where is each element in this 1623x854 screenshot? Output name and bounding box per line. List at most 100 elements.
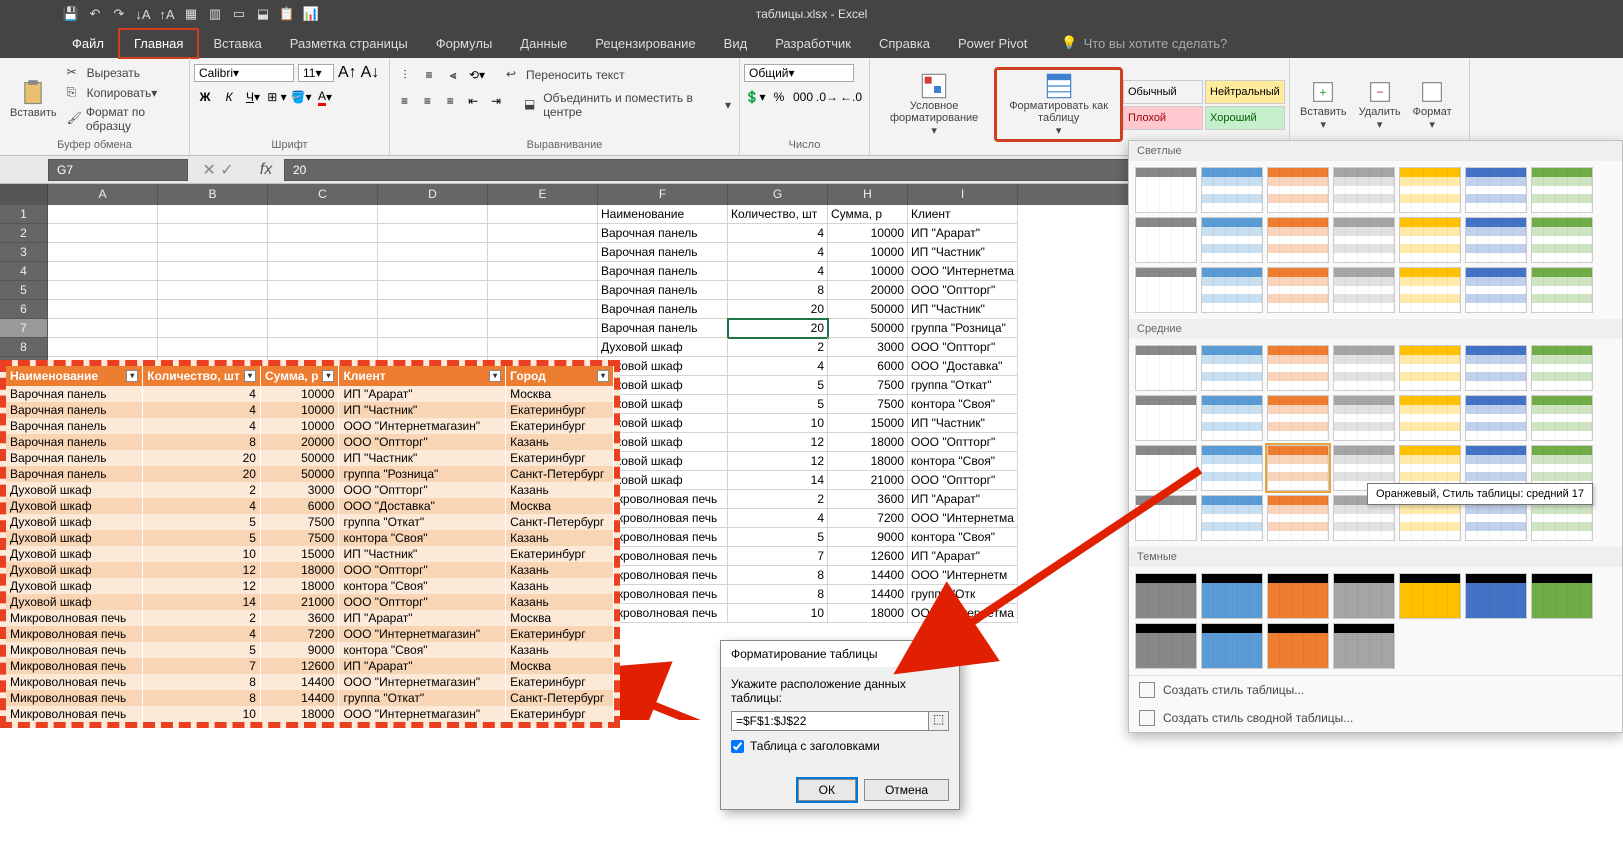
cell[interactable]: 14400 bbox=[828, 585, 908, 604]
cell[interactable] bbox=[488, 205, 598, 224]
cell[interactable] bbox=[158, 319, 268, 338]
cell[interactable]: группа "Откат" bbox=[908, 376, 1018, 395]
tab-file[interactable]: Файл bbox=[58, 30, 118, 57]
fill-color-button[interactable]: 🪣▾ bbox=[290, 86, 312, 108]
table-style-thumb[interactable] bbox=[1399, 395, 1461, 441]
table-style-thumb[interactable] bbox=[1531, 345, 1593, 391]
cell[interactable] bbox=[488, 243, 598, 262]
col-header-H[interactable]: H bbox=[828, 184, 908, 205]
name-box[interactable]: G7 bbox=[48, 159, 188, 181]
cell[interactable]: 7200 bbox=[828, 509, 908, 528]
cell[interactable] bbox=[268, 319, 378, 338]
table-style-thumb[interactable] bbox=[1135, 217, 1197, 263]
qat-chart-icon[interactable]: 📊 bbox=[300, 3, 322, 25]
number-format-combo[interactable]: Общий ▾ bbox=[744, 64, 854, 82]
overlay-header[interactable]: Клиент▾ bbox=[339, 366, 506, 386]
cell[interactable]: 14 bbox=[728, 471, 828, 490]
table-style-thumb[interactable] bbox=[1135, 495, 1197, 541]
qat-filter-icon[interactable]: ▦ bbox=[180, 3, 202, 25]
cell[interactable]: 12 bbox=[728, 452, 828, 471]
font-color-button[interactable]: A▾ bbox=[314, 86, 336, 108]
table-style-thumb[interactable] bbox=[1135, 267, 1197, 313]
cell[interactable] bbox=[378, 205, 488, 224]
cell[interactable]: 10000 bbox=[828, 262, 908, 281]
table-style-thumb[interactable] bbox=[1201, 623, 1263, 669]
cell[interactable] bbox=[378, 281, 488, 300]
ok-button[interactable]: ОК bbox=[798, 779, 856, 801]
table-style-thumb[interactable] bbox=[1333, 395, 1395, 441]
range-input[interactable] bbox=[731, 711, 929, 731]
col-header-A[interactable]: A bbox=[48, 184, 158, 205]
cell[interactable]: 4 bbox=[728, 262, 828, 281]
table-style-thumb[interactable] bbox=[1201, 167, 1263, 213]
cell[interactable]: ИП "Арарат" bbox=[908, 547, 1018, 566]
table-style-thumb[interactable] bbox=[1333, 217, 1395, 263]
table-style-thumb[interactable] bbox=[1465, 395, 1527, 441]
align-left-icon[interactable]: ≡ bbox=[394, 90, 415, 112]
table-style-thumb[interactable] bbox=[1201, 445, 1263, 491]
dialog-help-icon[interactable]: ? bbox=[920, 647, 927, 661]
insert-cells-button[interactable]: +Вставить▾ bbox=[1294, 76, 1353, 133]
table-style-thumb[interactable] bbox=[1399, 267, 1461, 313]
row-header[interactable]: 6 bbox=[0, 300, 48, 319]
cell[interactable]: 18000 bbox=[828, 452, 908, 471]
table-style-thumb[interactable] bbox=[1465, 573, 1527, 619]
table-style-thumb[interactable] bbox=[1201, 495, 1263, 541]
underline-button[interactable]: Ч ▾ bbox=[242, 86, 264, 108]
align-middle-icon[interactable]: ≡ bbox=[418, 64, 440, 86]
table-style-thumb[interactable] bbox=[1531, 267, 1593, 313]
cell[interactable] bbox=[488, 224, 598, 243]
tab-help[interactable]: Справка bbox=[865, 30, 944, 57]
row-header[interactable]: 5 bbox=[0, 281, 48, 300]
table-style-thumb[interactable] bbox=[1399, 217, 1461, 263]
cell[interactable]: ООО "Оптторг" bbox=[908, 338, 1018, 357]
format-painter-button[interactable]: 🖌Формат по образцу bbox=[63, 104, 185, 134]
table-style-thumb[interactable] bbox=[1531, 217, 1593, 263]
italic-button[interactable]: К bbox=[218, 86, 240, 108]
cell[interactable] bbox=[48, 224, 158, 243]
cell[interactable]: 7500 bbox=[828, 376, 908, 395]
cell[interactable]: Духовой шкаф bbox=[598, 338, 728, 357]
overlay-header[interactable]: Количество, шт▾ bbox=[143, 366, 261, 386]
cell[interactable]: ООО "Интернетм bbox=[908, 566, 1018, 585]
tab-review[interactable]: Рецензирование bbox=[581, 30, 709, 57]
cell[interactable]: 7 bbox=[728, 547, 828, 566]
cell[interactable]: 50000 bbox=[828, 300, 908, 319]
cell[interactable]: 50000 bbox=[828, 319, 908, 338]
cell[interactable]: ИП "Частник" bbox=[908, 414, 1018, 433]
qat-sort-desc-icon[interactable]: ↑A bbox=[156, 3, 178, 25]
cell[interactable] bbox=[48, 319, 158, 338]
cell[interactable]: контора "Своя" bbox=[908, 528, 1018, 547]
cell[interactable]: 7500 bbox=[828, 395, 908, 414]
cell[interactable] bbox=[48, 300, 158, 319]
cell[interactable]: группа "Отк bbox=[908, 585, 1018, 604]
cell[interactable]: 2 bbox=[728, 338, 828, 357]
cell[interactable]: Наименование bbox=[598, 205, 728, 224]
cell[interactable]: ООО "Оптторг" bbox=[908, 471, 1018, 490]
table-style-thumb[interactable] bbox=[1135, 395, 1197, 441]
cell[interactable]: 5 bbox=[728, 528, 828, 547]
cell[interactable]: ООО "Оптторг" bbox=[908, 433, 1018, 452]
table-style-thumb[interactable] bbox=[1531, 395, 1593, 441]
tab-layout[interactable]: Разметка страницы bbox=[276, 30, 422, 57]
overlay-header[interactable]: Сумма, р▾ bbox=[261, 366, 340, 386]
cell[interactable]: ООО "Оптторг" bbox=[908, 281, 1018, 300]
table-style-thumb[interactable] bbox=[1201, 345, 1263, 391]
cell[interactable]: 5 bbox=[728, 395, 828, 414]
tab-home[interactable]: Главная bbox=[118, 28, 199, 59]
table-style-thumb[interactable] bbox=[1201, 267, 1263, 313]
tab-data[interactable]: Данные bbox=[506, 30, 581, 57]
cell[interactable]: 15000 bbox=[828, 414, 908, 433]
table-style-thumb[interactable] bbox=[1135, 167, 1197, 213]
qat-paste-icon[interactable]: 📋 bbox=[276, 3, 298, 25]
cell[interactable] bbox=[378, 300, 488, 319]
qat-borders-icon[interactable]: ▭ bbox=[228, 3, 250, 25]
align-top-icon[interactable]: ⫶ bbox=[394, 64, 416, 86]
cell[interactable]: 20 bbox=[728, 319, 828, 338]
cell[interactable] bbox=[488, 262, 598, 281]
col-header-D[interactable]: D bbox=[378, 184, 488, 205]
cell[interactable]: Варочная панель bbox=[598, 262, 728, 281]
new-table-style-button[interactable]: Создать стиль таблицы... bbox=[1129, 676, 1622, 704]
cell[interactable]: ИП "Частник" bbox=[908, 300, 1018, 319]
table-style-thumb[interactable] bbox=[1465, 217, 1527, 263]
